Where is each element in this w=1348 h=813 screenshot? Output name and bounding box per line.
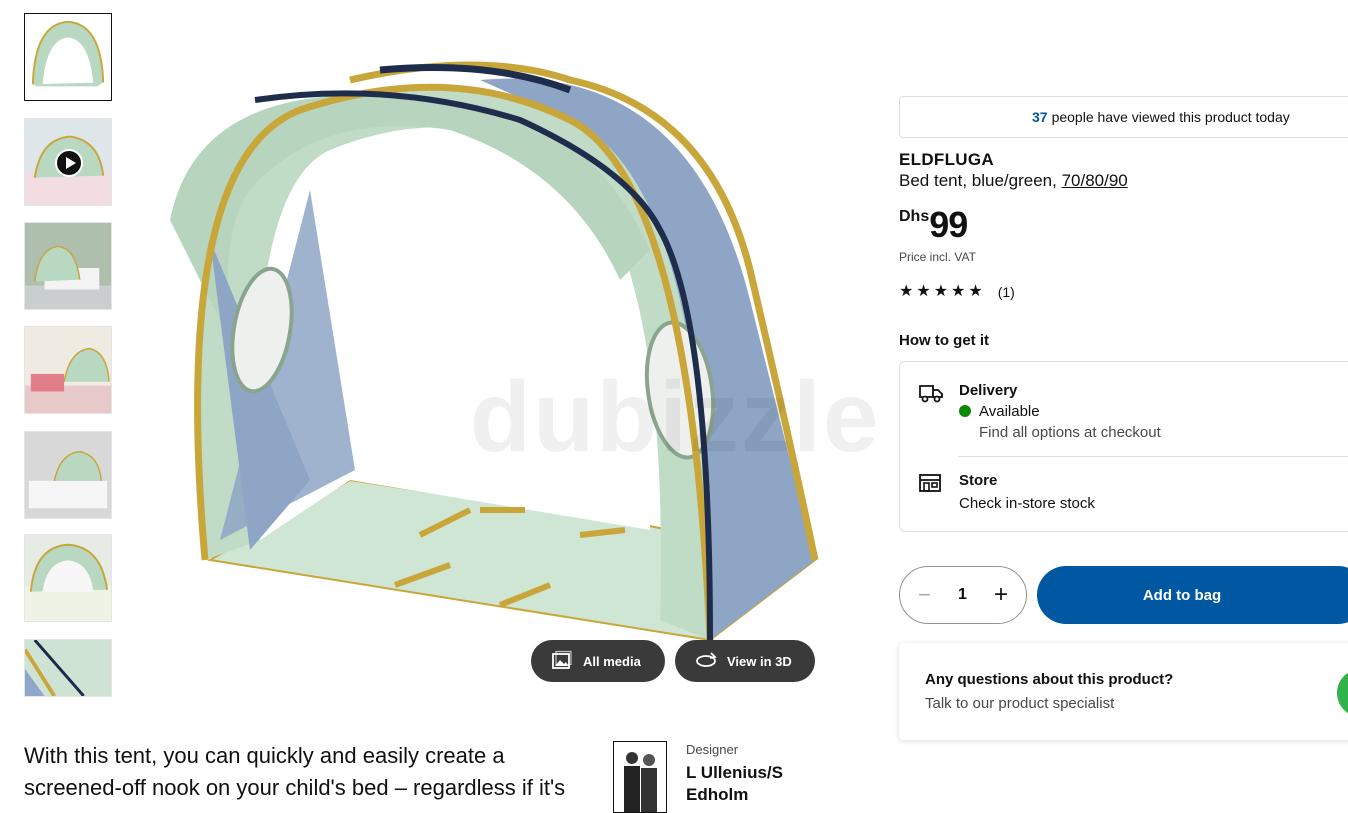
thumbnail-1[interactable] bbox=[24, 13, 112, 101]
delivery-title[interactable]: Delivery bbox=[959, 382, 1017, 399]
fulfilment-options: Delivery Available Find all options at c… bbox=[899, 361, 1348, 532]
store-note[interactable]: Check in-store stock bbox=[959, 495, 1095, 512]
store-title[interactable]: Store bbox=[959, 472, 997, 489]
quantity-value[interactable]: 1 bbox=[958, 586, 967, 604]
questions-card[interactable]: Any questions about this product? Talk t… bbox=[899, 643, 1348, 740]
chat-bubble-icon[interactable] bbox=[1337, 669, 1348, 717]
play-icon[interactable] bbox=[55, 149, 83, 177]
increase-quantity-button[interactable]: + bbox=[994, 581, 1008, 609]
delivery-note: Find all options at checkout bbox=[979, 424, 1161, 441]
thumbnail-7[interactable] bbox=[24, 639, 112, 697]
designer-photo bbox=[613, 741, 667, 813]
all-media-button[interactable]: All media bbox=[531, 640, 665, 682]
decrease-quantity-button[interactable]: − bbox=[918, 582, 931, 608]
product-name: ELDFLUGA bbox=[899, 150, 994, 169]
viewers-banner: 37 people have viewed this product today bbox=[899, 96, 1348, 138]
star-icon: ★ bbox=[916, 283, 931, 300]
product-size-link[interactable]: 70/80/90 bbox=[1062, 171, 1128, 190]
product-description: With this tent, you can quickly and easi… bbox=[24, 743, 566, 800]
store-icon bbox=[919, 474, 941, 492]
view-in-3d-button[interactable]: View in 3D bbox=[675, 640, 815, 682]
star-icon: ★ bbox=[933, 283, 949, 300]
truck-icon bbox=[919, 385, 943, 403]
designer-label: Designer bbox=[686, 742, 739, 757]
gallery-icon bbox=[552, 650, 572, 669]
star-icon: ★ bbox=[951, 283, 966, 300]
price: Dhs99 bbox=[899, 204, 968, 246]
viewers-count: 37 bbox=[1032, 109, 1048, 125]
thumbnail-2[interactable] bbox=[24, 118, 112, 206]
thumbnail-4[interactable] bbox=[24, 326, 112, 414]
thumbnail-5[interactable] bbox=[24, 431, 112, 519]
how-to-get-title: How to get it bbox=[899, 332, 989, 349]
rating[interactable]: ★ ★ ★ ★ ★ (1) bbox=[899, 283, 1015, 301]
product-image[interactable] bbox=[150, 40, 870, 660]
star-icon: ★ bbox=[968, 283, 983, 300]
questions-title: Any questions about this product? bbox=[925, 671, 1174, 688]
all-media-label: All media bbox=[583, 653, 641, 669]
quantity-stepper[interactable]: − 1 + bbox=[899, 566, 1027, 624]
questions-subtitle: Talk to our product specialist bbox=[925, 695, 1115, 712]
thumbnail-3[interactable] bbox=[24, 222, 112, 310]
add-to-bag-button[interactable]: Add to bag bbox=[1037, 566, 1348, 624]
price-note: Price incl. VAT bbox=[899, 250, 976, 264]
price-currency: Dhs bbox=[899, 208, 930, 225]
viewers-text: people have viewed this product today bbox=[1051, 109, 1290, 125]
product-type: Bed tent, blue/green, bbox=[899, 171, 1057, 190]
price-amount: 99 bbox=[929, 204, 968, 245]
thumbnail-6[interactable] bbox=[24, 534, 112, 622]
rating-count: (1) bbox=[997, 284, 1015, 300]
view-in-3d-label: View in 3D bbox=[727, 653, 792, 669]
designer-name[interactable]: L Ullenius/S Edholm bbox=[686, 762, 816, 806]
delivery-status: Available bbox=[979, 403, 1040, 420]
watermark: dubizzle bbox=[470, 361, 881, 473]
product-subtitle: Bed tent, blue/green, 70/80/90 bbox=[899, 171, 1128, 191]
divider bbox=[958, 456, 1348, 457]
star-icon: ★ bbox=[899, 283, 914, 300]
rotate-3d-icon bbox=[696, 652, 717, 667]
available-status-dot bbox=[959, 405, 971, 417]
